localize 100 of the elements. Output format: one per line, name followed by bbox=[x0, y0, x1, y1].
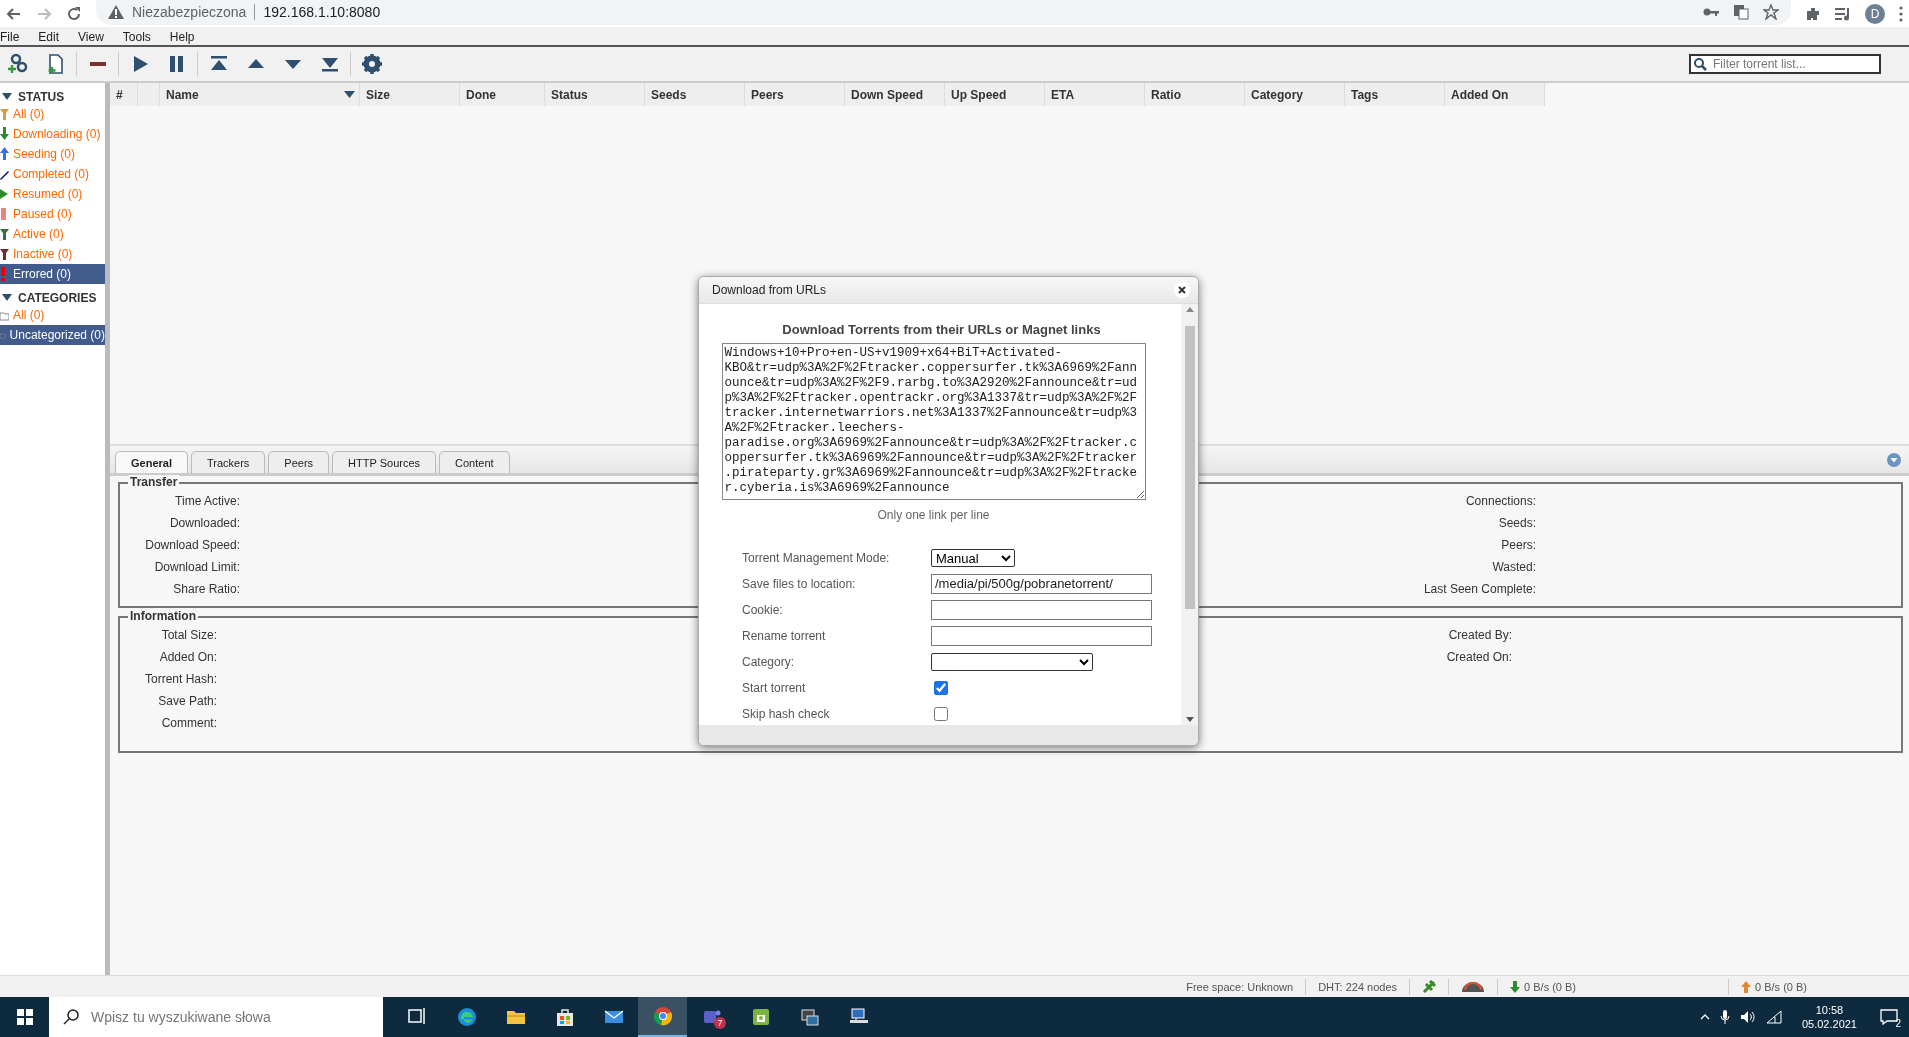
column-header[interactable]: ETA bbox=[1045, 83, 1145, 106]
download-arrow-icon bbox=[1510, 980, 1521, 993]
filter-field[interactable]: Filter torrent list... bbox=[1689, 54, 1881, 74]
key-icon[interactable] bbox=[1703, 6, 1719, 17]
browser-logo-icon bbox=[652, 1006, 673, 1026]
settings-icon bbox=[360, 53, 383, 75]
search-icon bbox=[1694, 58, 1707, 71]
filter-label: All (0) bbox=[13, 308, 45, 322]
tab[interactable]: HTTP Sources bbox=[332, 451, 437, 473]
column-header[interactable]: Category bbox=[1245, 83, 1345, 106]
column-header[interactable]: Seeds bbox=[645, 83, 745, 106]
tab[interactable]: General bbox=[115, 451, 188, 473]
download-speed: 0 B/s (0 B) bbox=[1524, 980, 1577, 993]
column-header[interactable]: Name bbox=[160, 83, 360, 106]
filter-label: Active (0) bbox=[13, 227, 64, 241]
link-add-icon bbox=[7, 53, 30, 75]
menu-item[interactable]: File bbox=[0, 30, 33, 45]
address-bar[interactable]: Niezabezpieczona 192.168.1.10:8080 bbox=[96, 0, 1791, 25]
tab[interactable]: Content bbox=[439, 451, 510, 473]
dialog-heading: Download Torrents from their URLs or Magnet links bbox=[782, 322, 1101, 337]
filter-item[interactable]: Errored (0) bbox=[0, 264, 105, 284]
url-text: 192.168.1.10:8080 bbox=[263, 3, 381, 20]
collapse-icon[interactable] bbox=[1887, 452, 1901, 467]
dropdown[interactable]: Manual bbox=[931, 548, 1015, 567]
column-header[interactable]: Added On bbox=[1445, 83, 1545, 106]
task-view-icon bbox=[407, 1007, 428, 1027]
field-label: Torrent Management Mode: bbox=[742, 550, 891, 565]
field-label: Cookie: bbox=[742, 602, 784, 617]
tab[interactable]: Peers bbox=[268, 451, 330, 473]
taskbar-app[interactable]: 7 bbox=[687, 997, 736, 1037]
caret-icon[interactable] bbox=[2, 293, 12, 302]
back-icon[interactable] bbox=[6, 5, 22, 22]
profile-avatar[interactable]: D bbox=[1865, 3, 1885, 24]
translate-icon[interactable] bbox=[1733, 3, 1749, 20]
filter-label: Errored (0) bbox=[13, 267, 71, 281]
column-header[interactable]: Status bbox=[545, 83, 645, 106]
chevron-up-icon[interactable] bbox=[1699, 1014, 1710, 1020]
text-input[interactable]: /media/pi/500g/pobranetorrent/ bbox=[931, 573, 1152, 594]
menu-item[interactable]: Tools bbox=[122, 30, 164, 45]
field-label: Share Ratio: bbox=[172, 582, 240, 598]
microphone-icon[interactable] bbox=[1719, 1009, 1730, 1025]
more-icon[interactable] bbox=[1899, 5, 1903, 22]
column-header[interactable]: Down Speed bbox=[845, 83, 945, 106]
paused-status-icon bbox=[0, 207, 9, 221]
taskbar-search-field[interactable]: Wpisz tu wyszukiwane słowa bbox=[49, 997, 383, 1037]
camera-app-icon bbox=[750, 1007, 771, 1027]
reload-icon[interactable] bbox=[66, 5, 82, 22]
warning-icon bbox=[108, 4, 124, 19]
message-icon bbox=[1880, 1009, 1898, 1025]
scroll-up-icon[interactable] bbox=[1185, 307, 1194, 312]
field-label: Download Speed: bbox=[144, 538, 240, 554]
checkbox[interactable] bbox=[934, 706, 948, 721]
dropdown[interactable] bbox=[931, 652, 1093, 671]
column-header[interactable]: Ratio bbox=[1145, 83, 1245, 106]
group-title: Information bbox=[128, 609, 198, 623]
notification-badge: 7 bbox=[714, 1017, 726, 1029]
checkbox[interactable] bbox=[934, 680, 948, 695]
field-label: Time Active: bbox=[174, 494, 240, 510]
playlist-icon[interactable] bbox=[1835, 6, 1851, 21]
text-input[interactable] bbox=[931, 625, 1152, 646]
inactive-status-icon bbox=[0, 247, 9, 261]
column-header[interactable]: Peers bbox=[745, 83, 845, 106]
column-header[interactable]: Done bbox=[460, 83, 545, 106]
dht-text: DHT: 224 nodes bbox=[1318, 980, 1398, 993]
close-button[interactable] bbox=[1174, 282, 1190, 298]
tab[interactable]: Trackers bbox=[190, 451, 266, 473]
date-text: 05.02.2021 bbox=[1801, 1017, 1857, 1031]
column-header[interactable]: Size bbox=[360, 83, 460, 106]
filter-item[interactable]: Uncategorized (0) bbox=[0, 325, 105, 345]
menu-item[interactable]: Help bbox=[169, 30, 208, 45]
caret-icon[interactable] bbox=[2, 92, 12, 101]
signal-icon[interactable] bbox=[1765, 1010, 1782, 1024]
field-label: Added On: bbox=[158, 650, 217, 666]
menu-item[interactable]: View bbox=[78, 30, 117, 45]
speedometer-icon[interactable] bbox=[1461, 980, 1486, 993]
url-text-area[interactable]: Windows+10+Pro+en-US+v1909+x64+BiT+Activated-KBO&tr=udp%3A%2F%2Ftracker.coppersurfer.tk%3A6969%2Fannounce&tr=udp%3A%2F%2F9.rarbg.to%3A2920%2Fannounce&tr=udp%3A%2F%2Ftracker.opentrackr.org%3A1337&tr=udp%3A%2F%2Ftracker.internetwarriors.net%3A1337%2Fannounce&tr=udp%3A%2F%2Ftracker.leechers-paradise.org%3A6969%2Fannounce&tr=udp%3A%2F%2Ftracker.coppersurfer.tk%3A6969%2Fannounce&tr=udp%3A%2F%2Ftracker.pirateparty.gr%3A6969%2Fannounce&tr=udp%3A%2F%2Ftracker.cyberia.is%3A6969%2Fannounce bbox=[721, 343, 1146, 500]
menu-item[interactable]: Edit bbox=[38, 30, 73, 45]
active-status-icon bbox=[0, 227, 9, 241]
column-header[interactable]: Tags bbox=[1345, 83, 1445, 106]
upload-speed: 0 B/s (0 B) bbox=[1755, 980, 1807, 993]
text-input[interactable] bbox=[931, 599, 1152, 620]
star-icon[interactable] bbox=[1763, 3, 1779, 20]
puzzle-icon[interactable] bbox=[1805, 5, 1821, 22]
section-title: CATEGORIES bbox=[18, 290, 97, 305]
filter-label: Seeding (0) bbox=[13, 147, 76, 161]
column-header[interactable]: Up Speed bbox=[945, 83, 1045, 106]
resumed-status-icon bbox=[0, 187, 9, 201]
column-header[interactable]: # bbox=[110, 83, 138, 106]
swirl-logo-icon bbox=[456, 1007, 477, 1027]
plug-icon[interactable] bbox=[1422, 979, 1437, 994]
hint-text: Only one link per line bbox=[877, 508, 990, 522]
notification-button[interactable]: 2 bbox=[1877, 1005, 1901, 1029]
clock[interactable]: 10:58 05.02.2021 bbox=[1801, 1003, 1857, 1031]
field-label: Last Seen Complete: bbox=[1422, 582, 1536, 598]
filter-label: Inactive (0) bbox=[13, 247, 73, 261]
scroll-down-icon[interactable] bbox=[1185, 717, 1194, 722]
close-icon bbox=[1178, 286, 1186, 294]
scrollbar[interactable] bbox=[1181, 304, 1198, 725]
search-icon bbox=[63, 1009, 79, 1025]
speaker-icon[interactable] bbox=[1739, 1010, 1756, 1024]
